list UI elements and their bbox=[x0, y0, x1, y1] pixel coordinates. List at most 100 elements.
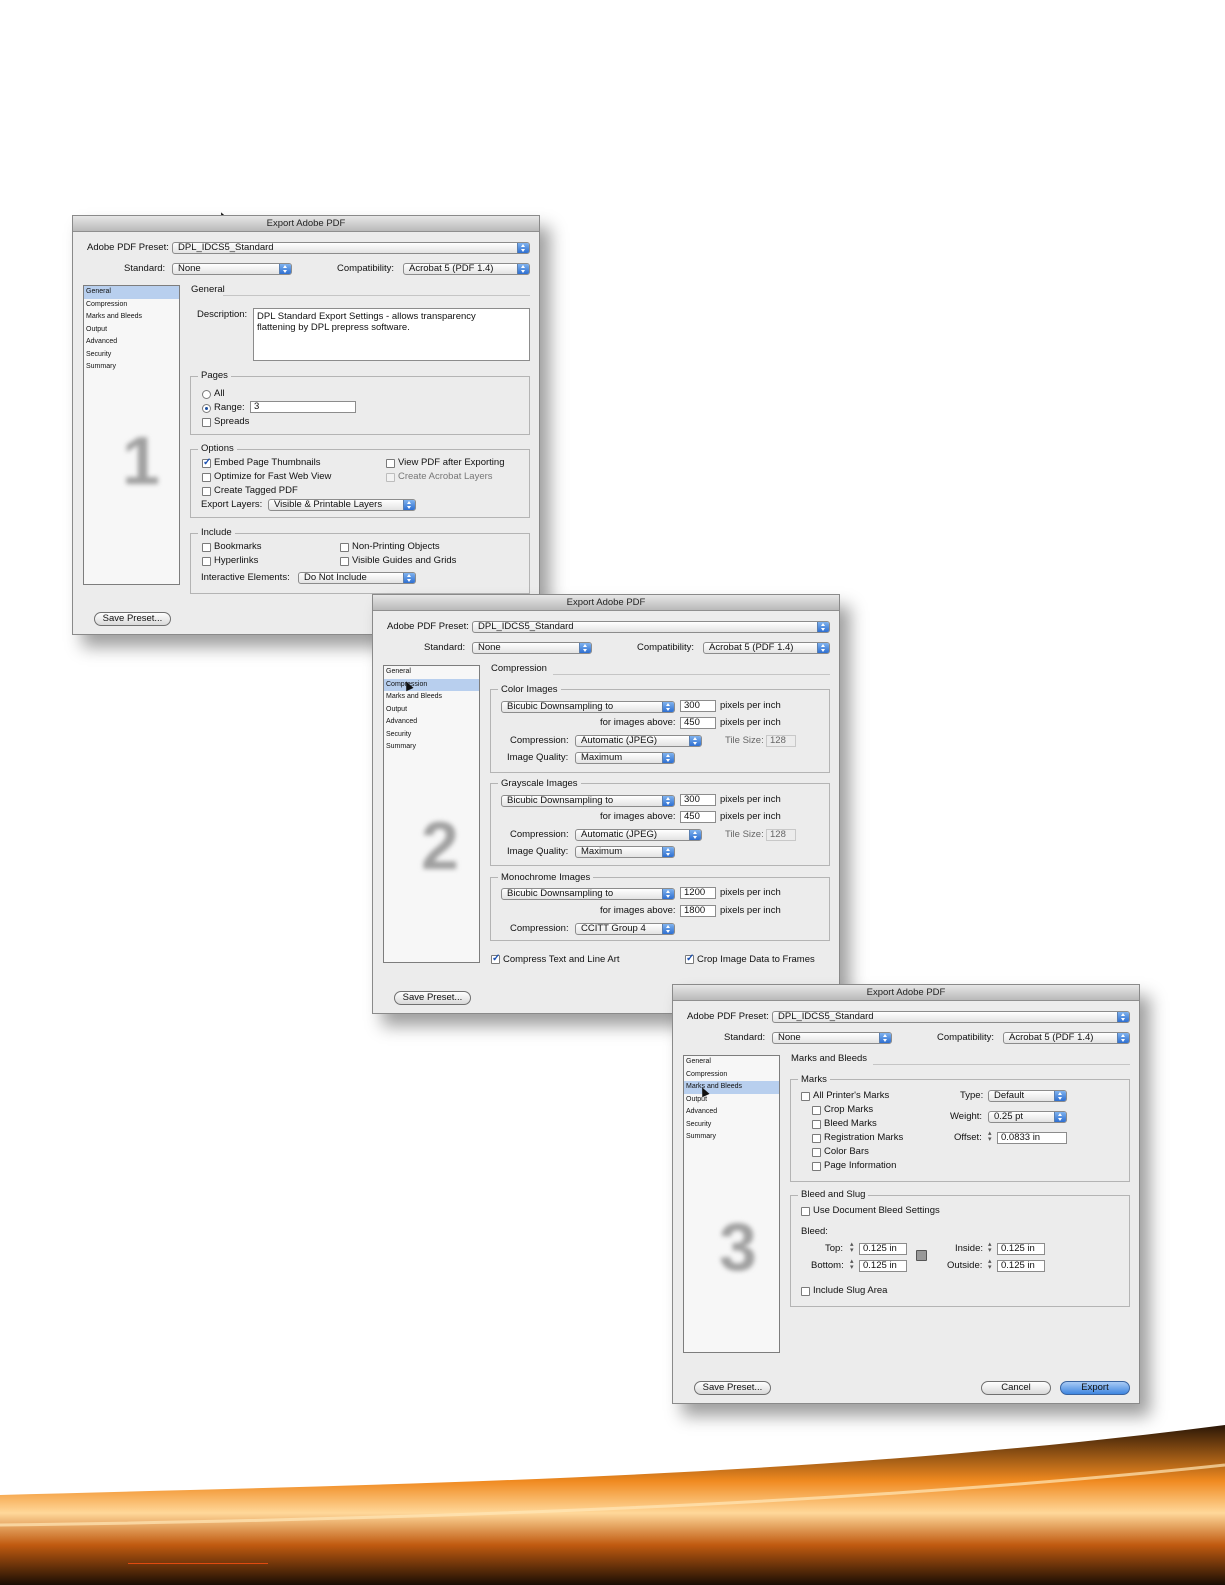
acrobat-layers-checkbox[interactable] bbox=[386, 473, 395, 482]
sidebar-item-summary[interactable]: Summary bbox=[84, 361, 179, 374]
mono-above-input[interactable]: 1800 bbox=[680, 905, 716, 917]
sidebar-item-advanced[interactable]: Advanced bbox=[84, 336, 179, 349]
bleed-top-input[interactable]: 0.125 in bbox=[859, 1243, 907, 1255]
gray-above-input[interactable]: 450 bbox=[680, 811, 716, 823]
embed-thumbnails-checkbox[interactable] bbox=[202, 457, 211, 468]
preset-select[interactable]: DPL_IDCS5_Standard bbox=[472, 621, 830, 633]
sidebar-item-compression[interactable]: Compression bbox=[684, 1069, 779, 1082]
sidebar-item-security[interactable]: Security bbox=[84, 349, 179, 362]
page-information-checkbox[interactable] bbox=[812, 1162, 821, 1171]
pages-range-input[interactable]: 3 bbox=[250, 401, 356, 413]
save-preset-button[interactable]: Save Preset... bbox=[394, 991, 471, 1005]
sidebar-item-security[interactable]: Security bbox=[384, 729, 479, 742]
use-document-bleed-checkbox[interactable] bbox=[801, 1207, 810, 1216]
compatibility-value: Acrobat 5 (PDF 1.4) bbox=[409, 263, 494, 274]
sidebar-item-marks-and-bleeds[interactable]: Marks and Bleeds bbox=[384, 691, 479, 704]
sidebar-item-marks-and-bleeds[interactable]: Marks and Bleeds bbox=[684, 1081, 779, 1094]
sidebar-item-output[interactable]: Output bbox=[84, 324, 179, 337]
cancel-button[interactable]: Cancel bbox=[981, 1381, 1051, 1395]
sidebar-item-compression[interactable]: Compression bbox=[84, 299, 179, 312]
sidebar-item-output[interactable]: Output bbox=[684, 1094, 779, 1107]
compatibility-select[interactable]: Acrobat 5 (PDF 1.4) bbox=[703, 642, 830, 654]
view-after-export-checkbox[interactable] bbox=[386, 459, 395, 468]
embed-thumbnails-label: Embed Page Thumbnails bbox=[214, 457, 321, 468]
color-compression-select[interactable]: Automatic (JPEG) bbox=[575, 735, 702, 747]
registration-marks-checkbox[interactable] bbox=[812, 1134, 821, 1143]
bleed-bottom-stepper-icon[interactable] bbox=[850, 1257, 858, 1271]
sidebar-item-marks-and-bleeds[interactable]: Marks and Bleeds bbox=[84, 311, 179, 324]
color-tile-input[interactable]: 128 bbox=[766, 735, 796, 747]
sidebar-item-security[interactable]: Security bbox=[684, 1119, 779, 1132]
export-layers-select[interactable]: Visible & Printable Layers bbox=[268, 499, 416, 511]
sidebar-item-advanced[interactable]: Advanced bbox=[384, 716, 479, 729]
optimize-web-checkbox[interactable] bbox=[202, 473, 211, 482]
mark-offset-input[interactable]: 0.0833 in bbox=[997, 1132, 1067, 1144]
interactive-elements-select[interactable]: Do Not Include bbox=[298, 572, 416, 584]
standard-select[interactable]: None bbox=[772, 1032, 892, 1044]
tagged-pdf-checkbox[interactable] bbox=[202, 487, 211, 496]
section-title: Marks and Bleeds bbox=[791, 1053, 868, 1064]
preset-label: Adobe PDF Preset: bbox=[687, 1011, 769, 1022]
gray-downsample-select[interactable]: Bicubic Downsampling to bbox=[501, 795, 675, 807]
bleed-bottom-value: 0.125 in bbox=[863, 1260, 897, 1271]
gray-quality-select[interactable]: Maximum bbox=[575, 846, 675, 858]
nonprinting-checkbox[interactable] bbox=[340, 543, 349, 552]
include-slug-checkbox[interactable] bbox=[801, 1287, 810, 1296]
sidebar-item-general[interactable]: General bbox=[84, 286, 179, 299]
color-above-input[interactable]: 450 bbox=[680, 717, 716, 729]
bleed-outside-value: 0.125 in bbox=[1001, 1260, 1035, 1271]
bleed-outside-stepper-icon[interactable] bbox=[988, 1257, 996, 1271]
crop-marks-checkbox[interactable] bbox=[812, 1106, 821, 1115]
mono-downsample-select[interactable]: Bicubic Downsampling to bbox=[501, 888, 675, 900]
spreads-checkbox[interactable] bbox=[202, 418, 211, 427]
bleed-inside-stepper-icon[interactable] bbox=[988, 1240, 996, 1254]
color-ppi-input[interactable]: 300 bbox=[680, 700, 716, 712]
mono-ppi-input[interactable]: 1200 bbox=[680, 887, 716, 899]
all-printers-marks-checkbox[interactable] bbox=[801, 1092, 810, 1101]
bleed-label: Bleed: bbox=[801, 1226, 828, 1237]
color-bars-checkbox[interactable] bbox=[812, 1148, 821, 1157]
pages-all-radio[interactable] bbox=[202, 390, 211, 399]
bleed-bottom-input[interactable]: 0.125 in bbox=[859, 1260, 907, 1272]
sidebar-item-output[interactable]: Output bbox=[384, 704, 479, 717]
gray-ppi-input[interactable]: 300 bbox=[680, 794, 716, 806]
pages-range-radio[interactable] bbox=[202, 404, 211, 413]
hyperlinks-checkbox[interactable] bbox=[202, 557, 211, 566]
gray-compression-value: Automatic (JPEG) bbox=[581, 829, 658, 840]
compatibility-select[interactable]: Acrobat 5 (PDF 1.4) bbox=[1003, 1032, 1130, 1044]
crop-image-checkbox[interactable] bbox=[685, 953, 694, 964]
bleed-outside-input[interactable]: 0.125 in bbox=[997, 1260, 1045, 1272]
preset-select[interactable]: DPL_IDCS5_Standard bbox=[772, 1011, 1130, 1023]
mark-weight-select[interactable]: 0.25 pt bbox=[988, 1111, 1067, 1123]
chain-link-icon[interactable] bbox=[916, 1250, 927, 1261]
compatibility-select[interactable]: Acrobat 5 (PDF 1.4) bbox=[403, 263, 530, 275]
sidebar-item-summary[interactable]: Summary bbox=[684, 1131, 779, 1144]
mono-compression-select[interactable]: CCITT Group 4 bbox=[575, 923, 675, 935]
bleed-marks-checkbox[interactable] bbox=[812, 1120, 821, 1129]
sidebar-item-compression[interactable]: Compression bbox=[384, 678, 479, 691]
offset-stepper-icon[interactable] bbox=[988, 1129, 996, 1143]
guides-grids-checkbox[interactable] bbox=[340, 557, 349, 566]
save-preset-button[interactable]: Save Preset... bbox=[94, 612, 171, 626]
export-button[interactable]: Export bbox=[1060, 1381, 1130, 1395]
gray-compression-select[interactable]: Automatic (JPEG) bbox=[575, 829, 702, 841]
sidebar-item-advanced[interactable]: Advanced bbox=[684, 1106, 779, 1119]
standard-select[interactable]: None bbox=[172, 263, 292, 275]
sidebar-item-summary[interactable]: Summary bbox=[384, 741, 479, 754]
sidebar-item-general[interactable]: General bbox=[684, 1056, 779, 1069]
bleed-top-stepper-icon[interactable] bbox=[850, 1240, 858, 1254]
color-ppi-value: 300 bbox=[684, 700, 700, 711]
gray-tile-input[interactable]: 128 bbox=[766, 829, 796, 841]
color-downsample-select[interactable]: Bicubic Downsampling to bbox=[501, 701, 675, 713]
bookmarks-checkbox[interactable] bbox=[202, 543, 211, 552]
bleed-inside-input[interactable]: 0.125 in bbox=[997, 1243, 1045, 1255]
preset-select[interactable]: DPL_IDCS5_Standard bbox=[172, 242, 530, 254]
color-quality-select[interactable]: Maximum bbox=[575, 752, 675, 764]
save-preset-button[interactable]: Save Preset... bbox=[694, 1381, 771, 1395]
mark-type-value: Default bbox=[994, 1090, 1025, 1101]
sidebar-item-general[interactable]: General bbox=[384, 666, 479, 679]
compress-text-checkbox[interactable] bbox=[491, 953, 500, 964]
mark-type-select[interactable]: Default bbox=[988, 1090, 1067, 1102]
description-textarea[interactable]: DPL Standard Export Settings - allows tr… bbox=[253, 308, 530, 361]
standard-select[interactable]: None bbox=[472, 642, 592, 654]
